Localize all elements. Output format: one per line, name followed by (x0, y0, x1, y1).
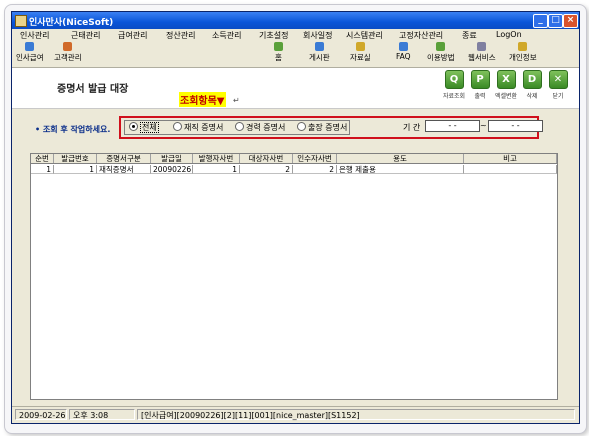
content-area: • 조회 후 작업하세요. 전체 재직 증명서 경력 증명서 출장 증명서 기 … (12, 109, 579, 403)
menu-basic-settings[interactable]: 기초설정 (259, 30, 288, 41)
status-session-info: [인사급여][20090226][2][11][001][nice_master… (137, 409, 575, 420)
date-range-separator: ~ (480, 121, 487, 130)
radio-employment-cert[interactable]: 재직 증명서 (173, 122, 223, 133)
faq-button[interactable]: FAQ (396, 42, 411, 61)
col-remarks[interactable]: 비고 (464, 154, 557, 163)
usage-button[interactable]: 이용방법 (427, 42, 455, 63)
menu-system[interactable]: 시스템관리 (346, 30, 383, 41)
query-items-annotation: 조회항목▼ (179, 92, 226, 107)
board-icon (314, 42, 324, 51)
toolbar: 인사급여 고객관리 홈 게시판 자료실 FAQ 이용방법 웹서비스 개인정보 (12, 41, 579, 68)
col-cert-type[interactable]: 증명서구분 (97, 154, 151, 163)
col-purpose[interactable]: 용도 (337, 154, 464, 163)
print-button[interactable]: P 출력 (468, 70, 492, 100)
return-mark: ↵ (233, 96, 240, 105)
radio-all[interactable]: 전체 (129, 122, 159, 133)
certificate-grid: 순번 발급번호 증명서구분 발급일 발행자사번 대상자사번 인수자사번 용도 비… (30, 153, 558, 400)
period-label: 기 간 (403, 123, 421, 132)
app-icon (15, 15, 27, 27)
customer-icon (63, 42, 73, 51)
trash-icon: D (522, 70, 542, 89)
query-prompt: • 조회 후 작업하세요. (35, 125, 111, 134)
page-title: 증명서 발급 대장 (57, 84, 129, 95)
home-icon (274, 42, 283, 51)
hr-payroll-icon (25, 42, 35, 51)
home-button[interactable]: 홈 (274, 42, 283, 63)
hr-payroll-button[interactable]: 인사급여 (16, 42, 44, 63)
menu-attendance[interactable]: 근태관리 (71, 30, 100, 41)
status-bar: 2009-02-26 오후 3:08 [인사급여][20090226][2][1… (12, 406, 579, 423)
filter-panel: 전체 재직 증명서 경력 증명서 출장 증명서 기 간 - - ~ - - (119, 116, 543, 139)
search-icon: Q (444, 70, 464, 89)
menu-hr[interactable]: 인사관리 (20, 30, 49, 41)
window-title: 인사만사(NiceSoft) (29, 18, 114, 28)
close-window-button[interactable]: × (563, 14, 578, 28)
excel-icon: X (496, 70, 516, 89)
date-from-input[interactable]: - - (425, 120, 480, 132)
excel-button[interactable]: X 엑셀변환 (494, 70, 518, 100)
web-service-button[interactable]: 웹서비스 (468, 42, 496, 63)
title-bar: 인사만사(NiceSoft) _ □ × (12, 12, 579, 29)
board-button[interactable]: 게시판 (309, 42, 330, 63)
menu-fixed-assets[interactable]: 고정자산관리 (399, 30, 443, 41)
radio-icon (297, 122, 306, 131)
web-service-icon (477, 42, 487, 51)
status-date: 2009-02-26 (15, 409, 67, 420)
col-seq[interactable]: 순번 (31, 154, 54, 163)
page-header: 증명서 발급 대장 조회항목▼ ↵ Q 자료조회 P 출력 X 엑셀변환 D 삭… (12, 68, 579, 109)
radio-icon (235, 122, 244, 131)
usage-icon (436, 42, 446, 51)
radio-business-trip-cert[interactable]: 출장 증명서 (297, 122, 347, 133)
col-issue-no[interactable]: 발급번호 (54, 154, 97, 163)
privacy-button[interactable]: 개인정보 (509, 42, 537, 63)
grid-header: 순번 발급번호 증명서구분 발급일 발행자사번 대상자사번 인수자사번 용도 비… (31, 154, 557, 164)
query-button[interactable]: Q 자료조회 (442, 70, 466, 100)
archive-icon (355, 42, 365, 51)
menu-exit[interactable]: 종료 (462, 30, 477, 41)
radio-career-cert[interactable]: 경력 증명서 (235, 122, 285, 133)
close-button[interactable]: ✕ 닫기 (546, 70, 570, 100)
col-issue-date[interactable]: 발급일 (151, 154, 193, 163)
app-window: 인사만사(NiceSoft) _ □ × 인사관리 근태관리 급여관리 정산관리… (11, 11, 580, 424)
col-issuer-id[interactable]: 발행자사번 (193, 154, 240, 163)
menu-company-schedule[interactable]: 회사일정 (303, 30, 332, 41)
date-to-input[interactable]: - - (488, 120, 543, 132)
print-icon: P (470, 70, 490, 89)
archive-button[interactable]: 자료실 (350, 42, 371, 63)
col-receiver-id[interactable]: 인수자사번 (293, 154, 337, 163)
close-icon: ✕ (548, 70, 568, 89)
faq-icon (398, 42, 408, 51)
menu-bar: 인사관리 근태관리 급여관리 정산관리 소득관리 기초설정 회사일정 시스템관리… (12, 29, 579, 41)
customer-button[interactable]: 고객관리 (54, 42, 82, 63)
menu-settlement[interactable]: 정산관리 (166, 30, 195, 41)
menu-income[interactable]: 소득관리 (212, 30, 241, 41)
delete-button[interactable]: D 삭제 (520, 70, 544, 100)
radio-selected-icon (129, 122, 138, 131)
maximize-button[interactable]: □ (548, 14, 563, 28)
minimize-button[interactable]: _ (533, 14, 548, 28)
status-time: 오후 3:08 (69, 409, 135, 420)
radio-icon (173, 122, 182, 131)
privacy-icon (518, 42, 528, 51)
col-target-id[interactable]: 대상자사번 (240, 154, 293, 163)
menu-payroll[interactable]: 급여관리 (118, 30, 147, 41)
menu-logon[interactable]: LogOn (496, 30, 522, 39)
